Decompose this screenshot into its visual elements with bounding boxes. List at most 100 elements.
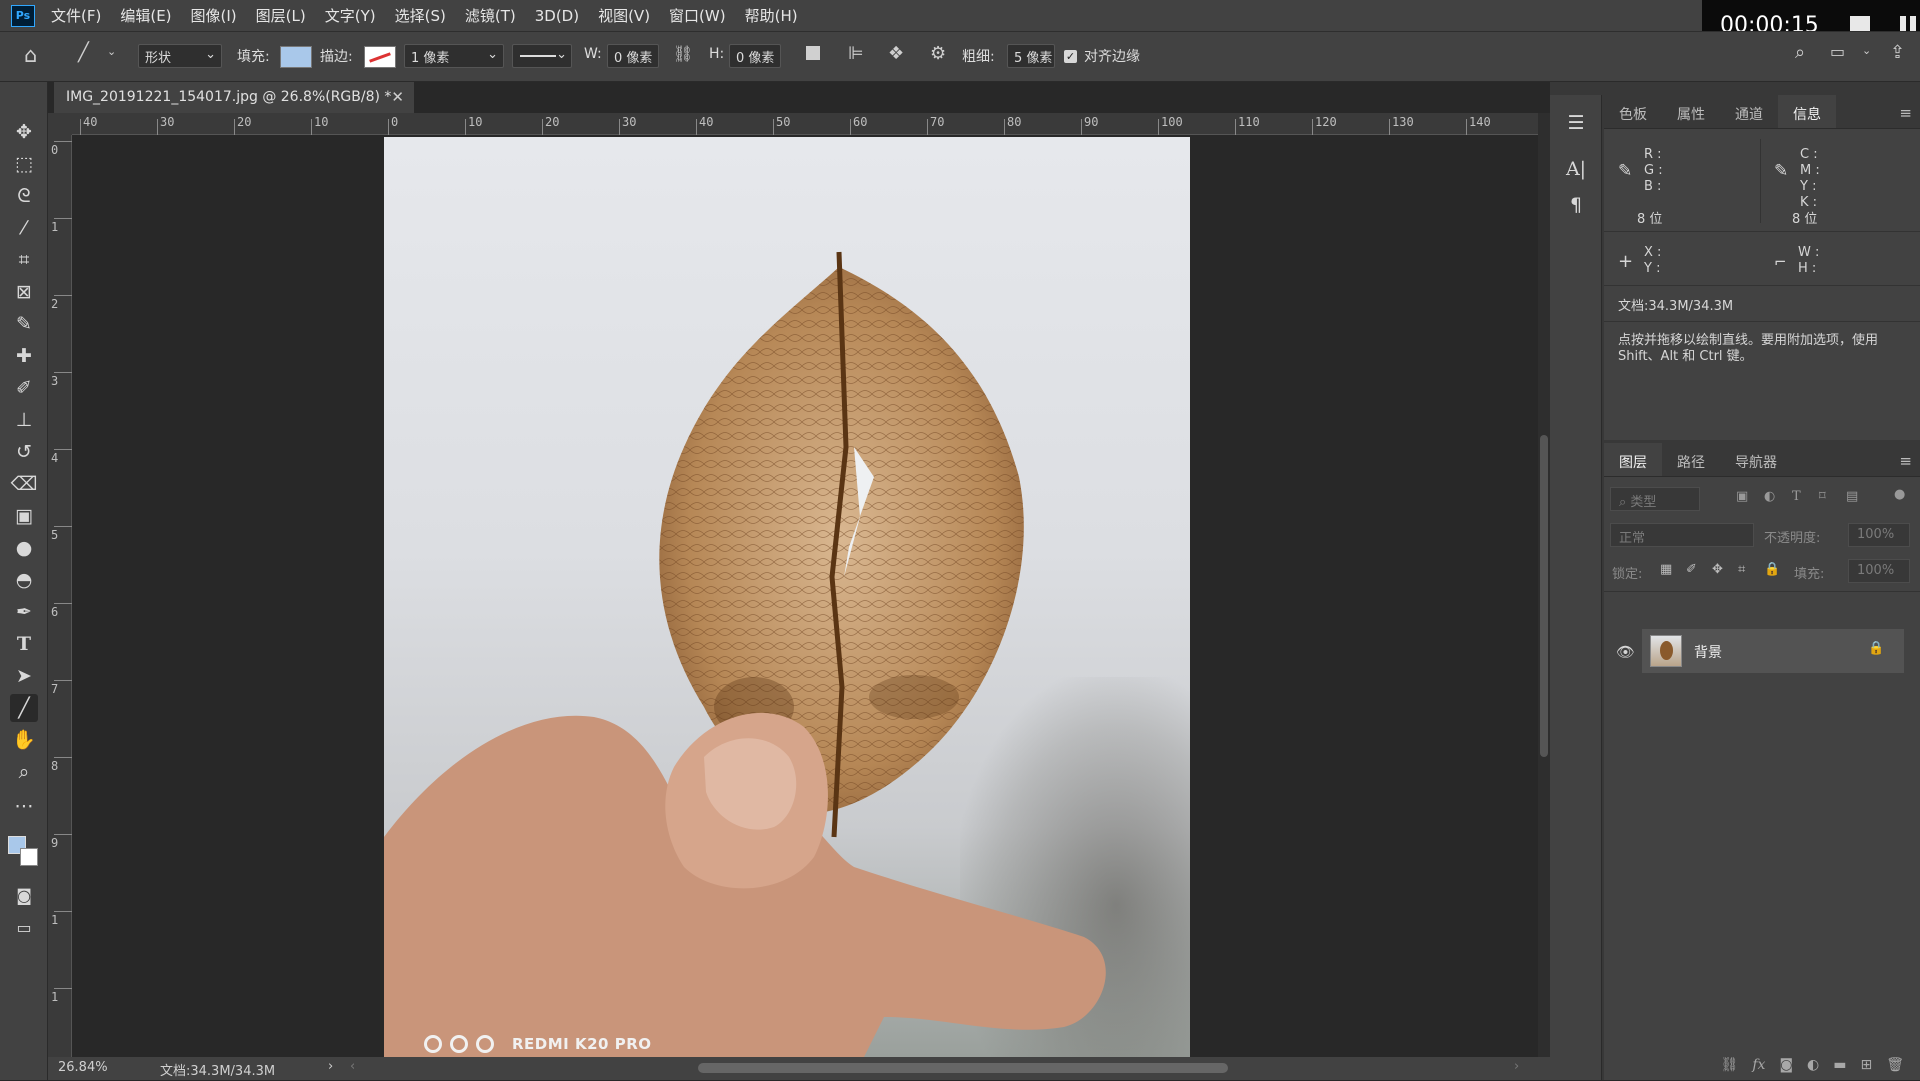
chevron-down-icon[interactable]: ⌄	[1862, 44, 1871, 57]
zoom-level[interactable]: 26.84%	[58, 1060, 108, 1075]
gear-icon[interactable]: ⚙	[930, 43, 946, 64]
background-color-swatch[interactable]	[20, 848, 38, 866]
menu-select[interactable]: 选择(S)	[395, 5, 446, 26]
layer-row[interactable]: 背景 🔒	[1642, 629, 1904, 673]
menu-type[interactable]: 文字(Y)	[325, 5, 376, 26]
healing-brush-tool-icon[interactable]: ✚	[10, 342, 38, 370]
lock-transparency-icon[interactable]: ▦	[1660, 562, 1672, 577]
tool-mode-select[interactable]: 形状 ⌄	[138, 44, 222, 68]
panel-menu-icon[interactable]: ≡	[1899, 104, 1912, 122]
width-field[interactable]: 0 像素	[607, 44, 659, 68]
eyedropper-icon[interactable]: ✎	[1618, 161, 1632, 181]
close-icon[interactable]: ✕	[391, 88, 404, 106]
menu-view[interactable]: 视图(V)	[598, 5, 650, 26]
pen-tool-icon[interactable]: ✒	[10, 598, 38, 626]
filter-shape-icon[interactable]: ⌑	[1819, 489, 1826, 504]
tab-swatches[interactable]: 色板	[1604, 95, 1662, 128]
workspace-icon[interactable]: ▭	[1830, 42, 1845, 61]
vertical-ruler[interactable]: 0123456789111	[48, 135, 72, 1081]
path-selection-tool-icon[interactable]: ➤	[10, 662, 38, 690]
screen-mode-icon[interactable]: ▭	[10, 914, 38, 942]
tab-properties[interactable]: 属性	[1662, 95, 1720, 128]
menu-filter[interactable]: 滤镜(T)	[465, 5, 516, 26]
zoom-tool-icon[interactable]: ⌕	[10, 758, 38, 786]
align-edges-checkbox[interactable]: ✓	[1064, 50, 1077, 63]
path-arrangement-icon[interactable]: ❖	[888, 43, 904, 64]
path-operations-icon[interactable]	[806, 46, 820, 60]
move-tool-icon[interactable]: ✥	[10, 118, 38, 146]
chevron-down-icon[interactable]: ⌄	[107, 45, 116, 58]
document-tab[interactable]: IMG_20191221_154017.jpg @ 26.8%(RGB/8) *…	[54, 82, 414, 113]
lock-position-icon[interactable]: ✥	[1712, 562, 1723, 577]
menu-file[interactable]: 文件(F)	[51, 5, 101, 26]
lasso-tool-icon[interactable]: ᘓ	[10, 182, 38, 210]
horizontal-scrollbar-thumb[interactable]	[698, 1063, 1228, 1073]
path-alignment-icon[interactable]: ⊫	[848, 43, 864, 64]
lock-pixels-icon[interactable]: ✐	[1686, 562, 1697, 577]
brush-tool-icon[interactable]: ✐	[10, 374, 38, 402]
filter-adjustment-icon[interactable]: ◐	[1764, 489, 1775, 504]
gradient-tool-icon[interactable]: ▣	[10, 502, 38, 530]
clone-stamp-tool-icon[interactable]: ⊥	[10, 406, 38, 434]
line-tool-preset-icon[interactable]: ╱	[78, 42, 89, 63]
history-brush-tool-icon[interactable]: ↺	[10, 438, 38, 466]
character-panel-icon[interactable]: A|	[1562, 155, 1590, 183]
lock-all-icon[interactable]: 🔒	[1764, 562, 1780, 577]
quick-mask-icon[interactable]: ◙	[10, 882, 38, 910]
tab-navigator[interactable]: 导航器	[1720, 443, 1792, 476]
hand-tool-icon[interactable]: ✋	[10, 726, 38, 754]
link-layers-icon[interactable]: ⛓	[1721, 1057, 1739, 1073]
delete-layer-icon[interactable]: 🗑	[1886, 1057, 1904, 1073]
filter-type-icon[interactable]: T	[1792, 489, 1801, 504]
frame-tool-icon[interactable]: ⊠	[10, 278, 38, 306]
status-menu-arrow-icon[interactable]: ›	[328, 1059, 333, 1074]
horizontal-ruler[interactable]: 40 30 20 10 0 10 20 30 40 50 60 70 80 90 100 110 120 130 1…	[72, 113, 1538, 135]
fill-field[interactable]: 100%	[1848, 559, 1910, 583]
layer-filter-select[interactable]: ⌕ 类型	[1610, 487, 1700, 511]
search-icon[interactable]: ⌕	[1795, 42, 1805, 63]
marquee-tool-icon[interactable]: ⬚	[10, 150, 38, 178]
dodge-tool-icon[interactable]: ◓	[10, 566, 38, 594]
opacity-field[interactable]: 100%	[1848, 523, 1910, 547]
filter-smart-object-icon[interactable]: ▤	[1846, 489, 1858, 504]
home-icon[interactable]: ⌂	[24, 43, 37, 67]
document-image[interactable]: REDMI K20 PRO	[384, 137, 1190, 1057]
eyedropper-tool-icon[interactable]: ✎	[10, 310, 38, 338]
more-tools-icon[interactable]: ⋯	[10, 792, 38, 820]
line-tool-icon[interactable]: ╱	[10, 694, 38, 722]
blur-tool-icon[interactable]: ●	[10, 534, 38, 562]
tab-paths[interactable]: 路径	[1662, 443, 1720, 476]
stroke-width-field[interactable]: 1 像素 ⌄	[404, 44, 504, 68]
eye-icon[interactable]: 👁	[1616, 643, 1635, 661]
share-icon[interactable]: ⇪	[1890, 42, 1905, 63]
new-layer-icon[interactable]: ⊞	[1860, 1057, 1872, 1073]
new-group-icon[interactable]: ▬	[1833, 1057, 1846, 1073]
adjustment-layer-icon[interactable]: ◐	[1807, 1057, 1819, 1073]
fx-icon[interactable]: fx	[1752, 1057, 1765, 1073]
eraser-tool-icon[interactable]: ⌫	[10, 470, 38, 498]
menu-window[interactable]: 窗口(W)	[669, 5, 726, 26]
blend-mode-select[interactable]: 正常	[1610, 523, 1754, 547]
vertical-scrollbar-thumb[interactable]	[1540, 435, 1548, 757]
panel-menu-icon[interactable]: ≡	[1899, 452, 1912, 470]
filter-toggle-icon[interactable]: ●	[1894, 487, 1905, 502]
vertical-scrollbar[interactable]	[1538, 113, 1550, 1057]
fill-swatch[interactable]	[280, 46, 312, 68]
scroll-right-icon[interactable]: ›	[1514, 1059, 1519, 1074]
lock-artboard-icon[interactable]: ⌗	[1738, 562, 1745, 577]
learn-panel-icon[interactable]: ☰	[1562, 109, 1590, 137]
ruler-corner[interactable]	[48, 113, 72, 135]
menu-3d[interactable]: 3D(D)	[535, 7, 579, 25]
menu-image[interactable]: 图像(I)	[191, 5, 237, 26]
paragraph-panel-icon[interactable]: ¶	[1562, 191, 1590, 219]
add-mask-icon[interactable]: ◙	[1779, 1057, 1793, 1073]
magic-wand-tool-icon[interactable]: ⁄	[10, 214, 38, 242]
tab-channels[interactable]: 通道	[1720, 95, 1778, 128]
canvas-area[interactable]: REDMI K20 PRO	[72, 135, 1538, 1057]
stroke-swatch[interactable]	[364, 46, 396, 68]
tab-layers[interactable]: 图层	[1604, 443, 1662, 476]
menu-layer[interactable]: 图层(L)	[256, 5, 306, 26]
filter-pixel-icon[interactable]: ▣	[1736, 489, 1748, 504]
crop-tool-icon[interactable]: ⌗	[10, 246, 38, 274]
weight-field[interactable]: 5 像素	[1007, 44, 1055, 68]
